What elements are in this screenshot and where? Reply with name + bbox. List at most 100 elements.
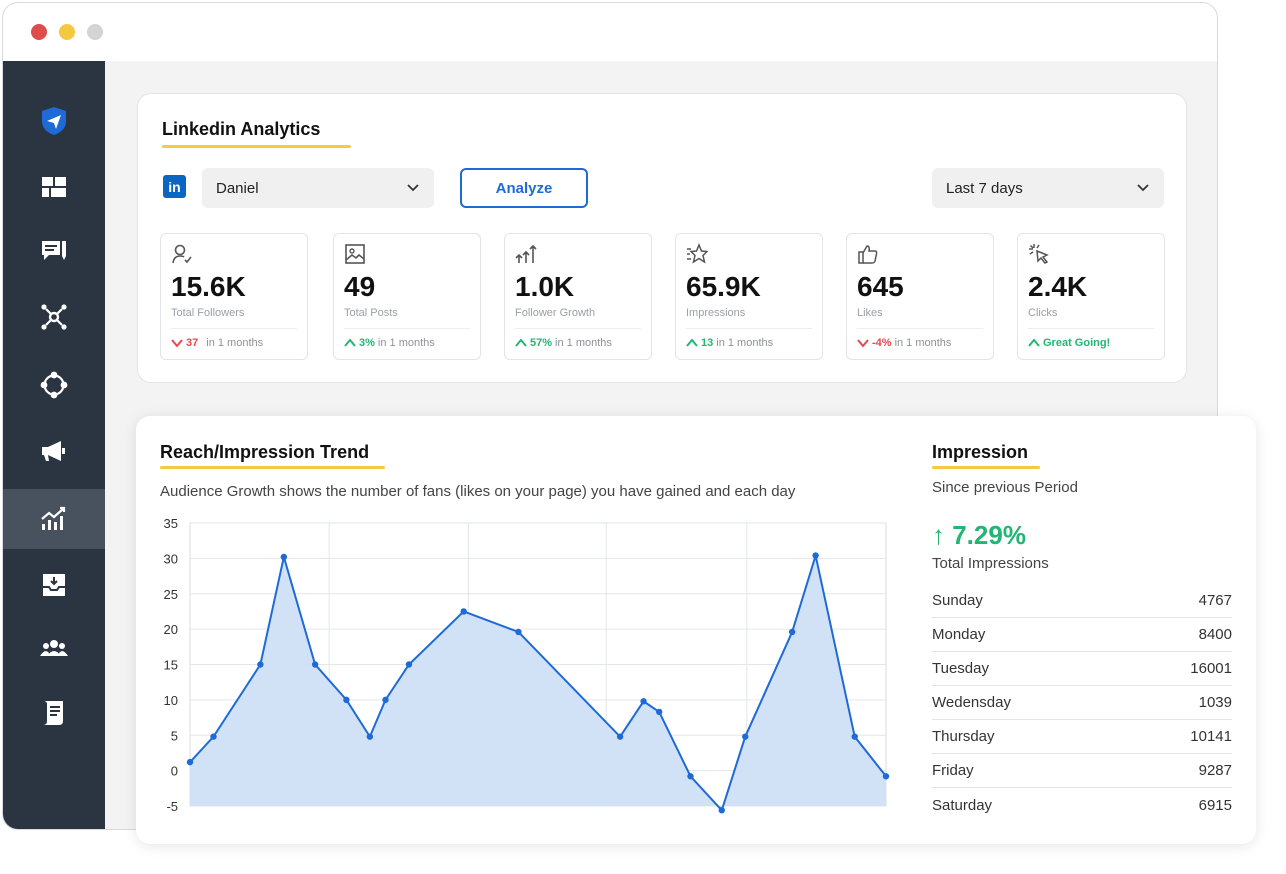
- chevron-up-icon: [515, 338, 527, 347]
- y-tick-label: 10: [164, 693, 178, 708]
- star-icon: [687, 243, 708, 264]
- stat-change-suffix: in 1 months: [377, 337, 435, 349]
- day-label: Sunday: [932, 592, 983, 609]
- day-value: 16001: [1190, 660, 1232, 677]
- table-row: Wedensday 1039: [932, 686, 1232, 720]
- data-point: [382, 696, 389, 704]
- sidebar-item-dashboard[interactable]: [3, 157, 105, 217]
- chevron-down-icon: [857, 339, 869, 348]
- stat-change: 3% in 1 months: [344, 337, 435, 349]
- period-select[interactable]: Last 7 days: [932, 168, 1164, 208]
- day-value: 4767: [1198, 592, 1232, 609]
- stat-change-value: 13: [701, 337, 714, 349]
- analytics-title: Linkedin Analytics: [162, 119, 321, 139]
- analytics-icon: [41, 506, 66, 530]
- sidebar-item-analytics[interactable]: [3, 489, 105, 549]
- table-row: Tuesday 16001: [932, 652, 1232, 686]
- linkedin-analytics-card: Linkedin Analytics in Daniel Analyze Las…: [137, 93, 1187, 383]
- stat-card-likes: 645 Likes -4% in 1 months: [846, 233, 994, 360]
- stat-change: 37 in 1 months: [171, 337, 263, 349]
- minimize-window-dot[interactable]: [59, 24, 75, 40]
- data-point: [343, 696, 350, 704]
- stat-card-total-posts: 49 Total Posts 3% in 1 months: [333, 233, 481, 360]
- stat-card-impressions: 65.9K Impressions 13 in 1 months: [675, 233, 823, 360]
- data-point: [616, 733, 624, 740]
- chevron-up-icon: [1028, 338, 1040, 347]
- image-icon: [345, 244, 365, 264]
- team-icon: [40, 640, 68, 656]
- stat-change: 57% in 1 months: [515, 337, 612, 349]
- data-point: [405, 661, 413, 668]
- sidebar-item-inbox[interactable]: [3, 555, 105, 615]
- y-tick-label: 30: [164, 551, 178, 566]
- stat-change-suffix: in 1 months: [555, 337, 612, 349]
- data-point: [640, 698, 647, 705]
- stat-value: 2.4K: [1028, 271, 1088, 302]
- account-select[interactable]: Daniel: [202, 168, 434, 208]
- stat-change-suffix: in 1 months: [716, 337, 774, 349]
- day-value: 9287: [1198, 762, 1232, 779]
- sidebar-item-reports[interactable]: [3, 683, 105, 743]
- data-point: [460, 608, 467, 615]
- user-check-icon: [172, 244, 192, 264]
- dashboard-icon: [42, 177, 66, 197]
- stat-value: 645: [857, 271, 904, 302]
- stat-change-suffix: in 1 months: [894, 337, 952, 349]
- trend-description: Audience Growth shows the number of fans…: [160, 483, 796, 500]
- day-value: 6915: [1198, 796, 1232, 814]
- chevron-down-icon: [1137, 184, 1149, 192]
- sidebar-item-network[interactable]: [3, 287, 105, 347]
- data-point: [186, 758, 194, 766]
- close-window-dot[interactable]: [31, 24, 47, 40]
- stat-label: Total Followers: [171, 307, 245, 319]
- y-tick-label: 25: [164, 587, 178, 602]
- data-point: [366, 733, 374, 740]
- sidebar-item-messages[interactable]: [3, 221, 105, 281]
- impression-title-underline: [932, 466, 1040, 469]
- sidebar-item-connect[interactable]: [3, 355, 105, 415]
- stat-value: 1.0K: [515, 271, 575, 302]
- stat-change-value: Great Going!: [1043, 337, 1111, 349]
- day-label: Saturday: [932, 796, 993, 814]
- y-tick-label: -5: [166, 799, 178, 814]
- trend-area-chart: 35 30 25 20 15 10 5 0 -5: [164, 516, 890, 814]
- sidebar-item-send[interactable]: [3, 91, 105, 151]
- y-tick-label: 5: [171, 728, 178, 743]
- day-label: Wedensday: [932, 694, 1011, 711]
- stat-divider: [1028, 328, 1154, 329]
- table-row: Saturday 6915: [932, 788, 1232, 822]
- data-point: [742, 733, 749, 740]
- stat-value: 15.6K: [171, 271, 246, 302]
- sidebar-item-team[interactable]: [3, 619, 105, 679]
- table-row: Friday 9287: [932, 754, 1232, 788]
- total-impressions-label: Total Impressions: [932, 555, 1049, 572]
- sidebar: [3, 61, 105, 829]
- y-tick-label: 20: [164, 622, 178, 637]
- stat-card-follower-growth: 1.0K Follower Growth 57% in 1 months: [504, 233, 652, 360]
- data-point: [311, 661, 319, 668]
- y-tick-label: 15: [164, 658, 178, 673]
- stat-change: Great Going!: [1028, 337, 1110, 349]
- account-select-value: Daniel: [216, 179, 259, 197]
- stat-divider: [344, 328, 470, 329]
- day-label: Tuesday: [932, 660, 989, 677]
- stat-change-value: -4%: [872, 337, 892, 349]
- stat-label: Clicks: [1028, 307, 1058, 319]
- data-point: [882, 773, 890, 780]
- maximize-window-dot[interactable]: [87, 24, 103, 40]
- stat-label: Likes: [857, 307, 883, 319]
- sidebar-item-campaigns[interactable]: [3, 421, 105, 481]
- table-row: Sunday 4767: [932, 584, 1232, 618]
- stat-change: 13 in 1 months: [686, 337, 773, 349]
- day-label: Friday: [932, 762, 974, 779]
- thumbs-up-icon: [858, 245, 878, 264]
- trend-title: Reach/Impression Trend: [160, 442, 370, 462]
- megaphone-icon: [42, 441, 65, 461]
- analyze-button[interactable]: Analyze: [460, 168, 588, 208]
- stat-change-suffix: in 1 months: [206, 337, 264, 349]
- inbox-icon: [43, 574, 65, 596]
- day-value: 1039: [1198, 694, 1232, 711]
- y-tick-label: 0: [171, 764, 178, 779]
- growth-arrows-icon: [515, 244, 537, 263]
- y-tick-label: 35: [164, 516, 178, 531]
